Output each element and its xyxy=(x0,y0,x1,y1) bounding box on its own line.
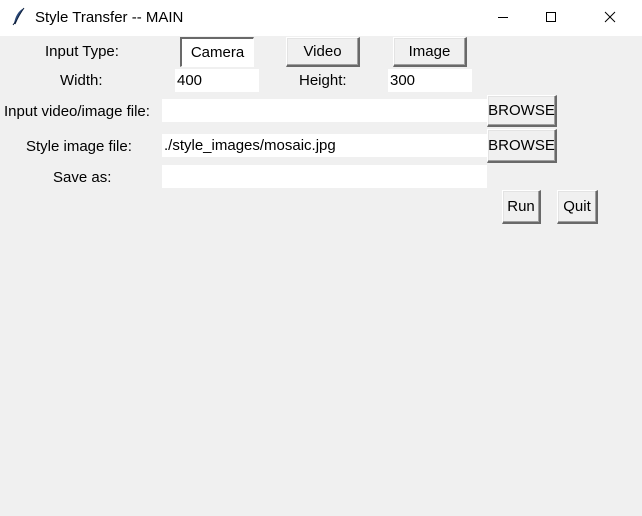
video-button[interactable]: Video xyxy=(286,37,360,67)
title-bar: Style Transfer -- MAIN xyxy=(0,0,642,36)
minimize-button[interactable] xyxy=(480,0,526,34)
image-button[interactable]: Image xyxy=(393,37,467,67)
height-input[interactable]: 300 xyxy=(388,69,472,92)
window-title: Style Transfer -- MAIN xyxy=(35,9,184,26)
style-file-label: Style image file: xyxy=(26,138,132,155)
style-file-field[interactable]: ./style_images/mosaic.jpg xyxy=(162,134,487,157)
input-file-field[interactable] xyxy=(162,99,487,122)
input-type-label: Input Type: xyxy=(45,43,119,60)
quit-button[interactable]: Quit xyxy=(557,190,598,224)
camera-button[interactable]: Camera xyxy=(180,37,254,67)
feather-icon xyxy=(11,7,27,27)
height-label: Height: xyxy=(299,72,347,89)
width-label: Width: xyxy=(60,72,103,89)
input-file-browse-button[interactable]: BROWSE xyxy=(487,95,557,127)
style-file-browse-button[interactable]: BROWSE xyxy=(487,129,557,163)
run-button[interactable]: Run xyxy=(502,190,541,224)
close-button[interactable] xyxy=(587,0,633,34)
save-as-label: Save as: xyxy=(53,169,112,186)
maximize-button[interactable] xyxy=(528,0,574,34)
width-input[interactable]: 400 xyxy=(175,69,259,92)
input-file-label: Input video/image file: xyxy=(4,103,150,120)
save-as-field[interactable] xyxy=(162,165,487,188)
